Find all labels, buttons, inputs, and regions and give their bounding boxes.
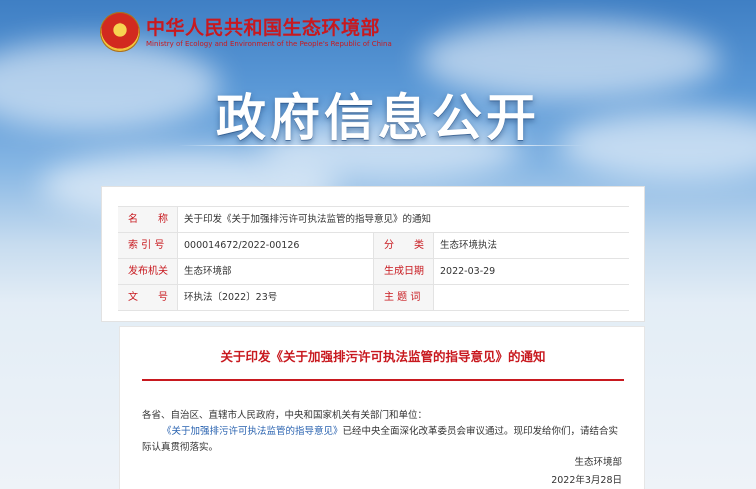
meta-row-docno: 文 号 环执法〔2022〕23号 主 题 词 [118,285,629,311]
org-name-cn: 中华人民共和国生态环境部 [146,16,381,39]
national-emblem-icon[interactable] [100,12,140,52]
meta-label-keywords: 主 题 词 [374,285,434,310]
site-header: 中华人民共和国生态环境部 Ministry of Ecology and Env… [100,9,392,55]
meta-label-date: 生成日期 [374,259,434,284]
article-body: 各省、自治区、直辖市人民政府，中央和国家机关有关部门和单位： 《关于加强排污许可… [142,408,624,456]
article-signature: 生态环境部 [574,457,622,468]
meta-value-index: 000014672/2022-00126 [178,233,374,258]
guideline-link[interactable]: 《关于加强排污许可执法监管的指导意见》 [162,426,343,437]
meta-row-name: 名 称 关于印发《关于加强排污许可执法监管的指导意见》的通知 [118,207,629,233]
meta-value-name: 关于印发《关于加强排污许可执法监管的指导意见》的通知 [184,214,432,225]
article-paragraph: 《关于加强排污许可执法监管的指导意见》已经中央全面深化改革委员会审议通过。现印发… [142,424,624,456]
banner-title: 政府信息公开 [216,89,540,147]
banner-divider [178,145,584,146]
meta-label-docno: 文 号 [118,285,178,310]
metadata-table: 名 称 关于印发《关于加强排污许可执法监管的指导意见》的通知 索 引 号 000… [118,206,629,311]
meta-value-docno: 环执法〔2022〕23号 [178,285,374,310]
article-date: 2022年3月28日 [551,475,622,486]
meta-label-issuer: 发布机关 [118,259,178,284]
article-panel: 关于印发《关于加强排污许可执法监管的指导意见》的通知 各省、自治区、直辖市人民政… [119,326,645,489]
article-salutation: 各省、自治区、直辖市人民政府，中央和国家机关有关部门和单位： [142,410,428,421]
meta-value-category: 生态环境执法 [440,240,498,251]
meta-value-date: 2022-03-29 [440,266,496,277]
meta-row-index: 索 引 号 000014672/2022-00126 分 类 生态环境执法 [118,233,629,259]
meta-label-name: 名 称 [118,207,178,232]
metadata-panel: 名 称 关于印发《关于加强排污许可执法监管的指导意见》的通知 索 引 号 000… [101,186,645,322]
brand-block[interactable]: 中华人民共和国生态环境部 Ministry of Ecology and Env… [146,16,392,49]
meta-value-keywords [434,285,629,310]
meta-label-category: 分 类 [374,233,434,258]
org-name-en: Ministry of Ecology and Environment of t… [146,39,392,48]
article-title: 关于印发《关于加强排污许可执法监管的指导意见》的通知 [220,349,546,364]
meta-value-issuer: 生态环境部 [178,259,374,284]
meta-row-issuer: 发布机关 生态环境部 生成日期 2022-03-29 [118,259,629,285]
article-title-rule [142,379,624,381]
meta-label-index: 索 引 号 [118,233,178,258]
